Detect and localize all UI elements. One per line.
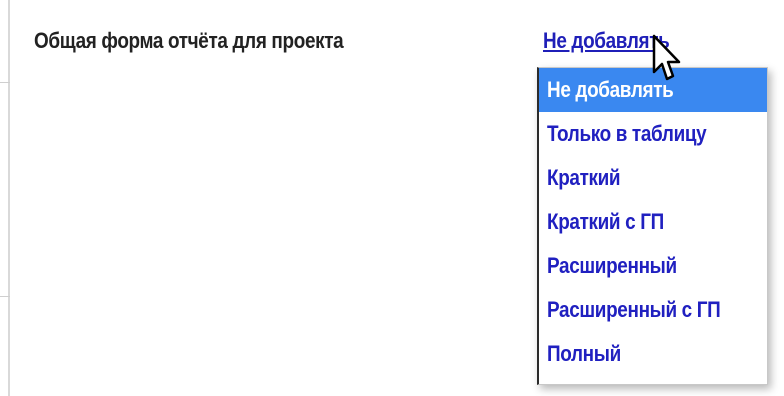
dropdown-option[interactable]: Краткий с ГП bbox=[539, 200, 767, 244]
dropdown-option[interactable]: Расширенный bbox=[539, 244, 767, 288]
dropdown-option[interactable]: Полный bbox=[539, 332, 767, 376]
report-form-select[interactable]: Не добавлять bbox=[543, 28, 670, 54]
left-divider bbox=[8, 0, 10, 396]
dropdown-option[interactable]: Не добавлять bbox=[539, 68, 767, 112]
dropdown-option[interactable]: Расширенный с ГП bbox=[539, 288, 767, 332]
divider-tick bbox=[0, 296, 10, 297]
dropdown-option[interactable]: Краткий bbox=[539, 156, 767, 200]
dropdown-option[interactable]: Только в таблицу bbox=[539, 112, 767, 156]
report-form-label: Общая форма отчёта для проекта bbox=[34, 28, 344, 53]
divider-tick bbox=[0, 82, 10, 83]
report-form-dropdown[interactable]: Не добавлять Только в таблицу Краткий Кр… bbox=[537, 67, 768, 385]
